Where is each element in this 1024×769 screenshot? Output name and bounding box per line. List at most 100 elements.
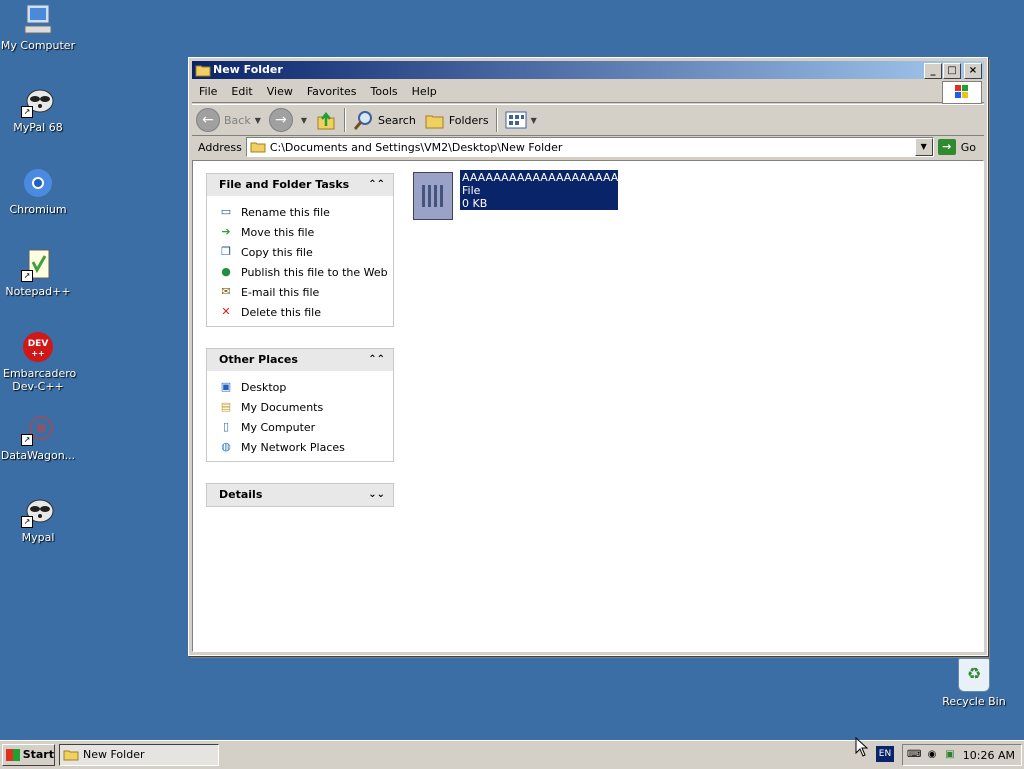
menu-help[interactable]: Help (405, 81, 444, 102)
mypal-raccoon-icon: ↗ (21, 494, 55, 528)
forward-arrow-icon: → (268, 108, 293, 132)
chevron-down-icon[interactable]: ▼ (255, 116, 261, 125)
keyboard-icon[interactable]: ⌨ (907, 748, 921, 762)
task-delete[interactable]: ✕ Delete this file (219, 302, 393, 322)
file-selection[interactable]: AAAAAAAAAAAAAAAAAAAAAA... File 0 KB (460, 170, 644, 210)
folder-icon (195, 65, 211, 77)
forward-button[interactable]: → ▼ (265, 107, 311, 133)
chevron-down-icon[interactable]: ▼ (914, 138, 933, 156)
address-label: Address (198, 140, 242, 154)
chevron-down-icon[interactable]: ▼ (301, 116, 307, 125)
go-label: Go (960, 140, 976, 154)
panel-title: Details (219, 488, 263, 501)
panel-header[interactable]: Other Places ⌃⌃ (207, 349, 393, 371)
task-label: Publish this file to the Web (241, 265, 388, 279)
menu-favorites[interactable]: Favorites (300, 81, 364, 102)
collapse-icon[interactable]: ⌃⌃ (368, 174, 385, 196)
taskbar-item-new-folder[interactable]: New Folder (59, 744, 219, 766)
menu-file[interactable]: File (192, 81, 224, 102)
chromium-icon (21, 166, 55, 200)
place-label: My Network Places (241, 440, 345, 454)
copy-icon: ❐ (221, 245, 231, 258)
desktop-icon-label: My Computer (0, 39, 76, 52)
maximize-button[interactable]: □ (943, 63, 961, 79)
task-rename[interactable]: ▭ Rename this file (219, 202, 393, 222)
search-button[interactable]: Search (349, 107, 420, 133)
desktop-icon-chromium[interactable]: Chromium (0, 166, 76, 216)
desktop-icon-label: Mypal (21, 531, 55, 544)
my-computer-icon (21, 2, 55, 36)
system-tray: ⌨ ◉ ▣ 10:26 AM (902, 744, 1022, 766)
toolbar: ← Back ▼ → ▼ Search Folders ▼ (192, 104, 984, 136)
toolbar-separator (344, 108, 347, 132)
views-button[interactable]: ▼ (501, 107, 541, 133)
desktop-icon-my-computer[interactable]: My Computer (0, 2, 76, 52)
file-icon (413, 172, 453, 220)
notepad-plus-plus-icon: ↗ (21, 248, 55, 282)
desktop-icon-notepad-plus-plus[interactable]: ↗ Notepad++ (0, 248, 76, 298)
menu-tools[interactable]: Tools (364, 81, 405, 102)
task-publish[interactable]: ● Publish this file to the Web (219, 262, 393, 282)
network-icon[interactable]: ▣ (943, 748, 957, 762)
minimize-button[interactable]: _ (924, 63, 942, 79)
datawagon-icon: ↗ (21, 412, 55, 446)
folder-content: File and Folder Tasks ⌃⌃ ▭ Rename this fi… (192, 160, 984, 652)
task-label: E-mail this file (241, 285, 320, 299)
my-computer-icon: ▯ (222, 420, 230, 433)
address-input[interactable]: C:\Documents and Settings\VM2\Desktop\Ne… (245, 137, 934, 157)
task-label: New Folder (83, 748, 145, 761)
svg-text:++: ++ (31, 349, 44, 358)
start-button[interactable]: Start (2, 744, 55, 766)
back-button[interactable]: ← Back ▼ (192, 107, 265, 133)
menu-view[interactable]: View (260, 81, 300, 102)
title-bar[interactable]: New Folder _ □ × (192, 61, 984, 79)
task-move[interactable]: ➔ Move this file (219, 222, 393, 242)
other-places-panel: Other Places ⌃⌃ ▣ Desktop ▤ My Documents ▯… (206, 348, 394, 462)
shield-icon[interactable]: ◉ (925, 748, 939, 762)
rename-icon: ▭ (220, 205, 232, 218)
desktop-icon-mypal-68[interactable]: ↗ MyPal 68 (0, 84, 76, 134)
window-title: New Folder (213, 63, 283, 76)
up-folder-button[interactable] (311, 107, 341, 133)
expand-icon[interactable]: ⌄⌄ (368, 484, 385, 506)
collapse-icon[interactable]: ⌃⌃ (368, 349, 385, 371)
menu-edit[interactable]: Edit (224, 81, 259, 102)
email-icon: ✉ (221, 285, 231, 298)
place-my-documents[interactable]: ▤ My Documents (219, 397, 393, 417)
file-type: File (462, 184, 481, 197)
file-folder-tasks-panel: File and Folder Tasks ⌃⌃ ▭ Rename this fi… (206, 173, 394, 327)
place-label: Desktop (241, 380, 287, 394)
folders-button[interactable]: Folders (420, 107, 493, 133)
folders-icon (425, 115, 444, 129)
mouse-cursor-icon (855, 737, 869, 757)
taskbar: Start New Folder EN ⌨ ◉ ▣ 10:26 AM (0, 740, 1024, 769)
desktop-icon-dev-cpp[interactable]: DEV ++ Embarcadero Dev-C++ (0, 330, 76, 393)
task-label: Move this file (241, 225, 315, 239)
up-folder-icon (317, 111, 335, 130)
desktop-icon-recycle-bin[interactable]: ♻ Recycle Bin (942, 658, 1006, 708)
clock[interactable]: 10:26 AM (963, 749, 1015, 762)
desktop-icon: ▣ (220, 380, 232, 393)
language-indicator[interactable]: EN (876, 746, 894, 762)
menu-bar: File Edit View Favorites Tools Help (192, 81, 984, 104)
recycle-bin-icon: ♻ (958, 658, 990, 692)
start-label: Start (22, 748, 54, 761)
go-arrow-icon: → (937, 139, 956, 155)
panel-header[interactable]: File and Folder Tasks ⌃⌃ (207, 174, 393, 196)
task-label: Copy this file (241, 245, 313, 259)
task-copy[interactable]: ❐ Copy this file (219, 242, 393, 262)
close-button[interactable]: × (964, 63, 982, 79)
move-icon: ➔ (221, 225, 231, 238)
panel-header[interactable]: Details ⌄⌄ (207, 484, 393, 506)
place-my-computer[interactable]: ▯ My Computer (219, 417, 393, 437)
go-button[interactable]: → Go (934, 139, 984, 155)
desktop-icon-label: MyPal 68 (13, 121, 63, 134)
address-bar: Address C:\Documents and Settings\VM2\De… (192, 136, 984, 158)
task-email[interactable]: ✉ E-mail this file (219, 282, 393, 302)
shortcut-arrow-icon: ↗ (21, 106, 33, 118)
place-desktop[interactable]: ▣ Desktop (219, 377, 393, 397)
desktop-icon-datawagon[interactable]: ↗ DataWagon... (0, 412, 76, 462)
back-label: Back (224, 113, 251, 127)
desktop-icon-mypal[interactable]: ↗ Mypal (0, 494, 76, 544)
place-my-network[interactable]: ◍ My Network Places (219, 437, 393, 457)
